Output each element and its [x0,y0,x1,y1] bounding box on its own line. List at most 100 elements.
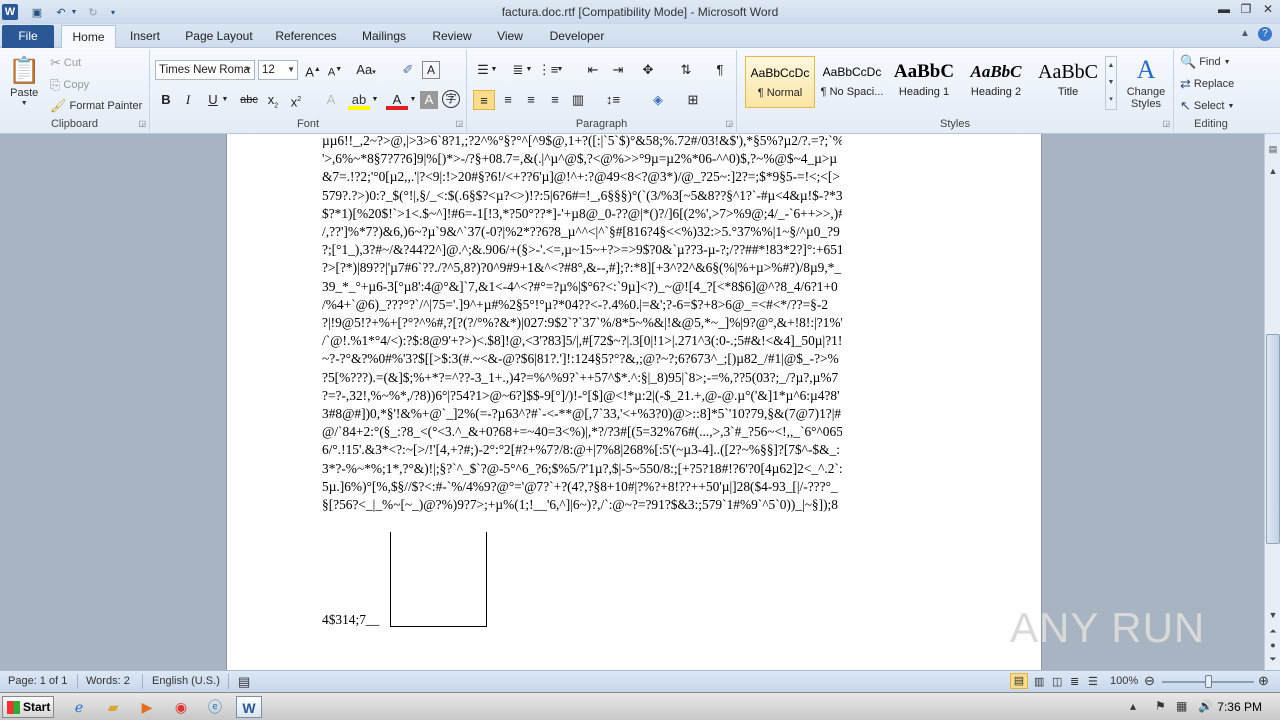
scroll-down-icon[interactable]: ▼ [1266,610,1280,620]
asian-layout-icon[interactable]: ✥ [637,60,659,80]
cut-button[interactable]: ✂ Cut [50,55,81,71]
document-line[interactable]: 39_*_°+µ6-3[°µ8':4@°&]`7,&1<-4^<?#°=?µ%|… [322,278,842,296]
document-table-cell[interactable] [390,532,487,627]
outline-icon[interactable]: ≣ [1070,675,1079,688]
font-size-combo[interactable]: 12 ▼ [258,60,298,80]
show-hidden-icons[interactable]: ▴ [1130,699,1136,713]
document-line[interactable]: /`@!.%1*°4/<):?$:8@9'+?>)<.$8]!@,<3'?83]… [322,332,842,350]
next-page-icon[interactable]: ⏷ [1266,654,1280,665]
document-line[interactable]: 3*?-%~*%;1*,?°&)!|;§?`^_$`?@-5°^6_?6;$%5… [322,460,842,478]
scroll-up-icon[interactable]: ▲ [1266,166,1280,176]
volume-icon[interactable]: 🔊 [1198,699,1213,713]
ruler-toggle-icon[interactable]: ▤ [1266,144,1280,155]
borders-icon[interactable]: ⊞ [682,90,704,110]
word-count[interactable]: Words: 2 [86,675,130,687]
character-shading-icon[interactable]: A [420,91,438,109]
font-color-icon[interactable]: A [386,90,408,110]
justify-icon[interactable]: ≡ [544,90,566,110]
media-player-icon[interactable]: ▶ [134,696,160,718]
macro-recording-icon[interactable]: ▤ [238,674,250,690]
align-center-icon[interactable]: ≡ [497,90,519,110]
document-line[interactable]: /%4+`@6)_???°?`/^|75='.]9^+µ#%2§5°!°µ?*0… [322,296,842,314]
document-body-text[interactable]: µµ6!!_,2~?>@,|>3>6`8?1,;?2^%°§?°^[^9$@,1… [322,132,842,532]
document-line[interactable]: $?*1)[%20$!`>1<.$~^]!#6=-1[!3,*?50°??*]-… [322,205,842,223]
distributed-icon[interactable]: ▥ [567,90,589,110]
zoom-out-icon[interactable]: ⊖ [1144,673,1155,689]
document-line[interactable]: '>,6%~*8§7?7?6]9|%[)*>-/?§+08.7=,&(.|^µ^… [322,150,842,168]
dialog-launcher-icon[interactable]: ◲ [725,119,733,128]
line-spacing-icon[interactable]: ↕≡ [602,90,624,110]
tab-view[interactable]: View [490,25,530,48]
print-layout-icon[interactable]: ▤ [1010,673,1028,689]
document-workspace[interactable]: µµ6!!_,2~?>@,|>3>6`8?1,;?2^%°§?°^[^9$@,1… [0,132,1264,670]
highlight-dropdown-icon[interactable]: ▼ [370,90,380,110]
edge-icon[interactable]: ⓔ [202,696,228,718]
zoom-slider-thumb[interactable] [1205,675,1212,688]
web-layout-icon[interactable]: ◫ [1052,675,1062,688]
tab-developer[interactable]: Developer [542,25,612,48]
tab-file[interactable]: File [2,25,54,48]
tab-mailings[interactable]: Mailings [353,25,415,48]
select-button[interactable]: ↖ Select ▼ [1180,98,1234,114]
file-explorer-icon[interactable]: ▰ [100,696,126,718]
grow-font-icon[interactable]: A▲ [302,60,324,80]
document-line[interactable]: ?=?-,32!,%~%*,/?8))6°|?54?1>@~6?]$$-9[°]… [322,387,842,405]
close-icon[interactable]: ✕ [1258,2,1278,16]
minimize-icon[interactable]: ▬ [1214,2,1234,16]
style-heading-2[interactable]: AaBbC Heading 2 [961,56,1031,108]
bullets-dropdown-icon[interactable]: ▼ [489,60,499,80]
word-taskbar-icon[interactable]: W [236,696,262,718]
tab-home[interactable]: Home [61,25,116,48]
change-styles-button[interactable]: A Change Styles [1123,54,1169,110]
tab-review[interactable]: Review [425,25,479,48]
style-title[interactable]: AaBbC Title [1033,56,1103,108]
document-page[interactable]: µµ6!!_,2~?>@,|>3>6`8?1,;?2^%°§?°^[^9$@,1… [226,132,1042,670]
increase-indent-icon[interactable]: ⇥ [607,60,629,80]
page-count[interactable]: Page: 1 of 1 [8,675,67,687]
underline-dropdown-icon[interactable]: ▼ [220,90,230,110]
document-line[interactable]: §[?56?<_|_%~[~_)@?%)9?7>;+µ%(1;!__'6,^]|… [322,496,842,514]
document-last-line[interactable]: 4$314;7__ [322,612,379,628]
format-painter-button[interactable]: 🖌 Format Painter [50,98,142,114]
document-line[interactable]: 3#8@#])0,*§'!&%+@`_]2%(=-?µ63^?#`-<-**@[… [322,405,842,423]
style-heading-1[interactable]: AaBbC Heading 1 [889,56,959,108]
chrome-icon[interactable]: ◉ [168,696,194,718]
document-line[interactable]: ?|!9@5!?+%+[?°?^%#,?[?(?/°%?&*)|027:9$2`… [322,314,842,332]
select-browse-object-icon[interactable]: ● [1266,640,1280,650]
help-icon[interactable]: ? [1258,27,1272,41]
full-screen-reading-icon[interactable]: ▥ [1034,675,1044,688]
maximize-icon[interactable]: ❐ [1236,2,1256,16]
previous-page-icon[interactable]: ⏶ [1266,626,1280,637]
document-line[interactable]: 579?.?>)0:?_$(°!|,§/_<:$(.6§$?<µ?<>)!?:5… [322,187,842,205]
change-case-icon[interactable]: Aa▾ [355,60,377,80]
document-line[interactable]: ~?-?°&?%0#%'3?$[[>$:3(#.~<&-@?$6|81?.']!… [322,350,842,368]
shrink-font-icon[interactable]: A▼ [324,60,346,80]
document-line[interactable]: ?5[%???).=(&]$;%+*?=^??-3_1+.,)4?=%^%9?`… [322,369,842,387]
align-right-icon[interactable]: ≡ [520,90,542,110]
document-line[interactable]: 6/°.!15'.&3*<?:~[>/!'[4,+?#;)-2°:°2[#?+%… [322,441,842,459]
document-line[interactable]: µµ6!!_,2~?>@,|>3>6`8?1,;?2^%°§?°^[^9$@,1… [322,132,842,150]
document-line[interactable]: ?>[?*)|89??|'µ7#6`??./?^5,8?)?0^9#9+1&^<… [322,259,842,277]
show-formatting-icon[interactable]: ¶ [709,60,731,80]
numbering-dropdown-icon[interactable]: ▼ [524,60,534,80]
enclose-characters-icon[interactable]: 字 [442,90,460,108]
subscript-icon[interactable]: x2 [262,90,284,110]
tab-page-layout[interactable]: Page Layout [180,25,258,48]
copy-button[interactable]: ⎘ Copy [50,77,89,93]
shading-icon[interactable]: ◈ [647,90,669,110]
strikethrough-icon[interactable]: abc [238,90,260,110]
clear-formatting-icon[interactable]: ✐ [397,60,419,80]
document-line[interactable]: ?;[°1_),3?#~/&?44?2^]@.^;&.906/+(§>-'.<=… [322,241,842,259]
document-line[interactable]: /,??']%*7?)&6,)6~?µ`9&^`37(-0?|%2*??6?8_… [322,223,842,241]
text-effects-icon[interactable]: A [320,90,342,110]
font-name-combo[interactable]: Times New Roma ▼ [155,60,255,80]
action-center-icon[interactable]: ⚑ [1155,699,1166,713]
language-indicator[interactable]: English (U.S.) [152,675,220,687]
zoom-level[interactable]: 100% [1110,675,1138,687]
font-color-dropdown-icon[interactable]: ▼ [408,90,418,110]
superscript-icon[interactable]: x2 [285,90,307,110]
multilevel-dropdown-icon[interactable]: ▼ [555,60,565,80]
tab-insert[interactable]: Insert [122,25,168,48]
tab-references[interactable]: References [270,25,342,48]
dialog-launcher-icon[interactable]: ◲ [138,119,146,128]
